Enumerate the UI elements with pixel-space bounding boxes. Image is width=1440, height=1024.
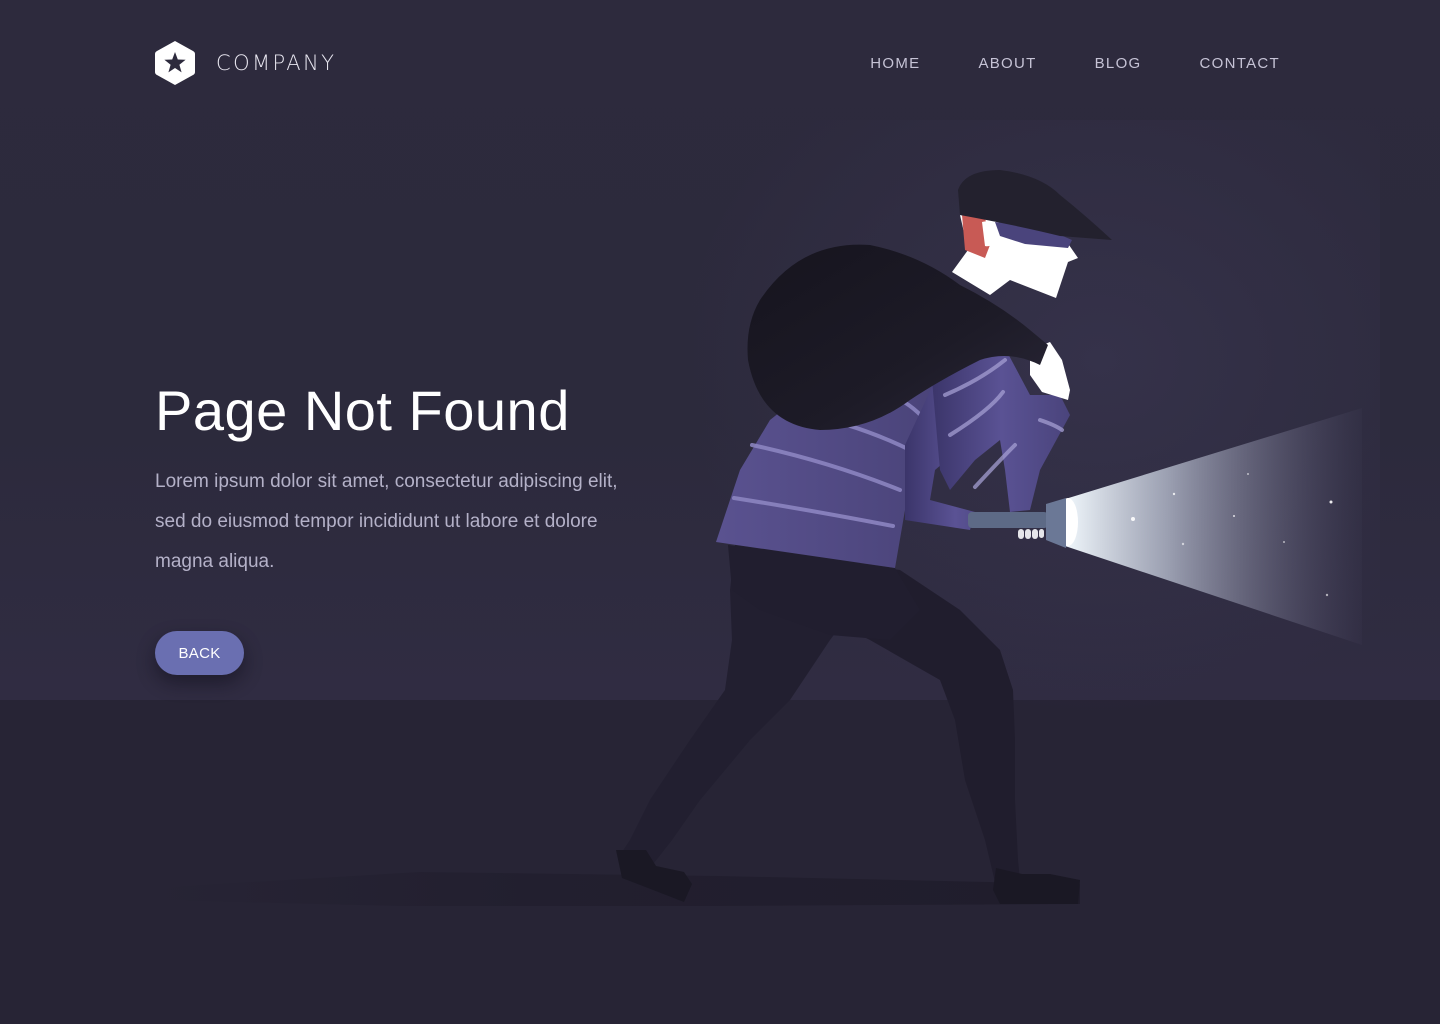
background-glow xyxy=(680,120,1380,720)
back-button[interactable]: BACK xyxy=(155,631,244,675)
page-description: Lorem ipsum dolor sit amet, consectetur … xyxy=(155,471,618,572)
floor-background xyxy=(0,700,1440,1024)
nav-blog[interactable]: BLOG xyxy=(1095,54,1142,74)
nav-about[interactable]: ABOUT xyxy=(978,54,1036,74)
star-hexagon-icon xyxy=(155,41,195,85)
page-title: Page Not Found xyxy=(155,379,570,442)
nav-home[interactable]: HOME xyxy=(870,54,920,74)
company-logo[interactable]: COMPANY xyxy=(155,40,336,86)
logo-text: COMPANY xyxy=(216,51,337,75)
main-nav: HOME ABOUT BLOG CONTACT xyxy=(812,54,1280,74)
nav-contact[interactable]: CONTACT xyxy=(1200,54,1280,74)
